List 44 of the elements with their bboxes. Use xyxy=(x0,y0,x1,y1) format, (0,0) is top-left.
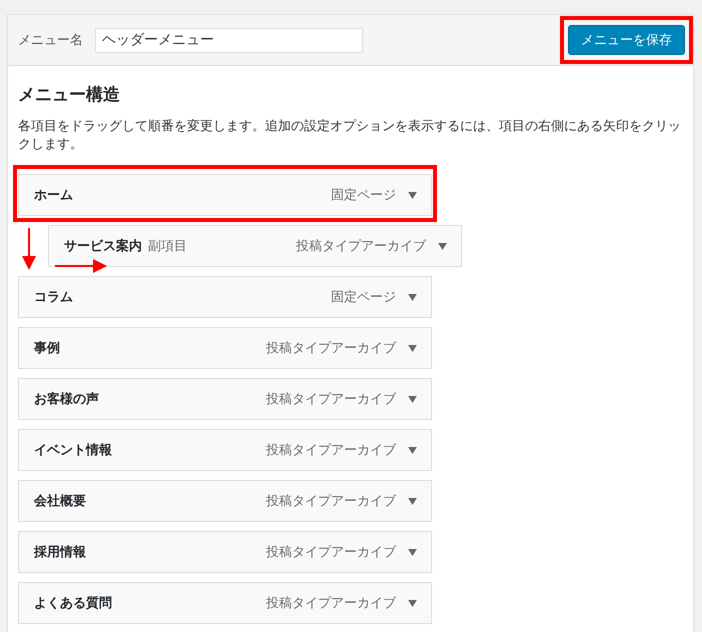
instructions-text: 各項目をドラッグして順番を変更します。追加の設定オプションを表示するには、項目の右側にある矢印をクリックします。 xyxy=(18,118,682,154)
caret-icon[interactable] xyxy=(408,294,417,300)
menu-item[interactable]: よくある質問 投稿タイプアーカイブ xyxy=(18,582,432,624)
save-menu-button[interactable]: メニューを保存 xyxy=(568,25,685,55)
menu-item[interactable]: サービス案内 副項目 投稿タイプアーカイブ xyxy=(48,225,462,267)
menu-name-field[interactable]: ヘッダーメニュー xyxy=(95,28,363,52)
menu-item[interactable]: お客様の声 投稿タイプアーカイブ xyxy=(18,378,432,420)
section-title: メニュー構造 xyxy=(18,84,121,106)
caret-icon[interactable] xyxy=(408,396,417,402)
right-arrow xyxy=(55,259,107,273)
item-type: 投稿タイプアーカイブ xyxy=(266,442,396,459)
menu-item[interactable]: 採用情報 投稿タイプアーカイブ xyxy=(18,531,432,573)
menu-item[interactable]: ホーム 固定ページ xyxy=(18,174,432,216)
item-title: イベント情報 xyxy=(34,442,112,459)
item-type: 投稿タイプアーカイブ xyxy=(266,544,396,561)
item-title: お客様の声 xyxy=(34,390,99,408)
item-title: 事例 xyxy=(34,340,60,357)
item-title: コラム xyxy=(34,289,73,306)
down-arrow xyxy=(22,228,36,270)
item-type: 投稿タイプアーカイブ xyxy=(266,340,396,357)
item-type: 固定ページ xyxy=(331,187,396,204)
item-type: 投稿タイプアーカイブ xyxy=(266,595,396,612)
item-title: 会社概要 xyxy=(34,493,86,510)
item-title: サービス案内 xyxy=(64,238,142,255)
sub-item-label: 副項目 xyxy=(148,238,187,255)
menu-item[interactable]: イベント情報 投稿タイプアーカイブ xyxy=(18,429,432,471)
item-type: 固定ページ xyxy=(331,289,396,306)
caret-icon[interactable] xyxy=(438,242,447,250)
caret-icon[interactable] xyxy=(408,498,417,504)
caret-icon[interactable] xyxy=(408,192,417,198)
item-type: 投稿タイプアーカイブ xyxy=(296,238,426,255)
item-title: ホーム xyxy=(34,187,73,204)
menu-item[interactable]: コラム 固定ページ xyxy=(18,276,432,318)
item-title: 採用情報 xyxy=(34,544,86,561)
caret-icon[interactable] xyxy=(408,446,417,454)
menu-name-label: メニュー名 xyxy=(18,32,83,49)
caret-icon[interactable] xyxy=(408,344,417,352)
caret-icon[interactable] xyxy=(408,548,417,556)
menu-item[interactable]: 事例 投稿タイプアーカイブ xyxy=(18,327,432,369)
item-type: 投稿タイプアーカイブ xyxy=(266,493,396,510)
menu-item[interactable]: 会社概要 投稿タイプアーカイブ xyxy=(18,480,432,522)
caret-icon[interactable] xyxy=(408,600,417,606)
item-type: 投稿タイプアーカイブ xyxy=(266,391,396,408)
item-title: よくある質問 xyxy=(34,594,112,612)
